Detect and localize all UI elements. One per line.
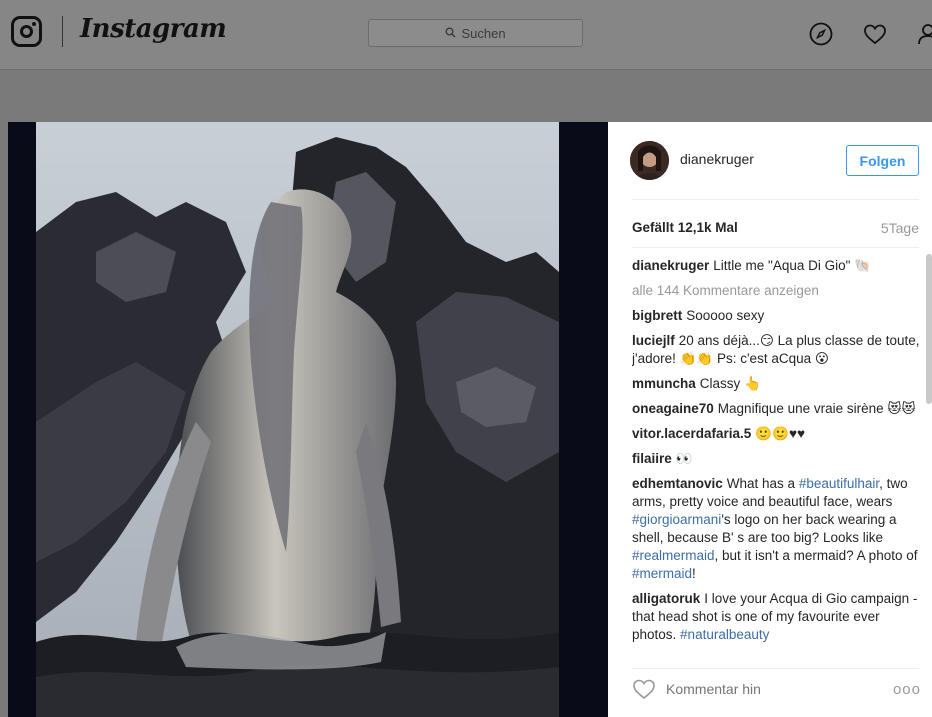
- list-item: mmuncha Classy 👆: [632, 375, 922, 393]
- hashtag-link[interactable]: #beautifulhair: [799, 476, 879, 491]
- comment-text: Magnifique une vraie sirène 😻😻: [717, 401, 916, 416]
- comment-username[interactable]: filaiire: [632, 451, 672, 466]
- comment-input[interactable]: [666, 681, 866, 697]
- comment-username[interactable]: dianekruger: [632, 258, 709, 273]
- hashtag-link[interactable]: #mermaid: [632, 566, 692, 581]
- list-item: oneagaine70 Magnifique une vraie sirène 😻…: [632, 400, 922, 418]
- post-age[interactable]: 5Tage: [881, 220, 919, 236]
- post-details-panel: dianekruger Folgen Gefällt 12,1k Mal 5Ta…: [608, 122, 932, 717]
- activity-heart-icon[interactable]: [863, 22, 887, 46]
- comment-username[interactable]: alligatoruk: [632, 591, 700, 606]
- comment-username[interactable]: bigbrett: [632, 308, 682, 323]
- header-divider: [632, 199, 919, 200]
- hashtag-link[interactable]: #naturalbeauty: [680, 627, 769, 642]
- comment-username[interactable]: vitor.lacerdafaria.5: [632, 426, 751, 441]
- post-author-username[interactable]: dianekruger: [680, 151, 754, 167]
- comment-text: What has a: [726, 476, 799, 491]
- hashtag-link[interactable]: #realmermaid: [632, 548, 715, 563]
- post-photo[interactable]: [36, 122, 559, 717]
- more-options-icon[interactable]: ooo: [893, 681, 921, 698]
- comment-footer: ooo: [632, 672, 921, 706]
- view-all-comments-link[interactable]: alle 144 Kommentare anzeigen: [632, 282, 922, 300]
- list-item: vitor.lacerdafaria.5 🙂🙂♥♥: [632, 425, 922, 443]
- list-item: filaiire 👀: [632, 450, 922, 468]
- list-item: luciejlf 20 ans déjà...😏 La plus classe d…: [632, 332, 922, 368]
- comments-scrollbar[interactable]: [926, 254, 932, 404]
- comment-text: 👀: [675, 451, 693, 466]
- instagram-wordmark[interactable]: Instagram: [80, 14, 227, 44]
- comment-username[interactable]: mmuncha: [632, 376, 696, 391]
- list-item: dianekruger Little me "Aqua Di Gio" 🐚: [632, 257, 922, 275]
- comment-username[interactable]: edhemtanovic: [632, 476, 723, 491]
- instagram-camera-icon[interactable]: [11, 16, 42, 47]
- footer-divider: [632, 668, 919, 669]
- comment-text: 🙂🙂♥♥: [755, 426, 805, 441]
- search-icon: [445, 26, 456, 41]
- comment-text: Sooooo sexy: [686, 308, 765, 323]
- comment-text: 20 ans déjà...😏 La plus classe de toute,…: [632, 333, 920, 366]
- post-image-panel: [8, 122, 608, 717]
- comment-username[interactable]: oneagaine70: [632, 401, 714, 416]
- top-navigation: Instagram Suchen: [0, 0, 932, 70]
- avatar[interactable]: [630, 141, 669, 180]
- likes-count[interactable]: Gefällt 12,1k Mal: [632, 220, 738, 235]
- list-item: alligatoruk I love your Acqua di Gio camp…: [632, 590, 922, 644]
- stats-divider: [632, 247, 919, 248]
- search-placeholder: Suchen: [461, 25, 506, 41]
- explore-compass-icon[interactable]: [809, 22, 833, 46]
- comment-text: !: [692, 566, 696, 581]
- comment-username[interactable]: luciejlf: [632, 333, 675, 348]
- list-item: bigbrett Sooooo sexy: [632, 307, 922, 325]
- comments-list[interactable]: dianekruger Little me "Aqua Di Gio" 🐚 alle…: [632, 257, 922, 654]
- modal-backdrop[interactable]: [0, 71, 932, 122]
- search-box[interactable]: Suchen: [368, 19, 583, 47]
- profile-person-icon[interactable]: [916, 22, 932, 46]
- list-item: edhemtanovic What has a #beautifulhair, t…: [632, 475, 922, 583]
- comment-text: Classy 👆: [699, 376, 761, 391]
- logo-divider: [62, 16, 63, 47]
- hashtag-link[interactable]: #giorgioarmani: [632, 512, 721, 527]
- like-heart-icon[interactable]: [632, 678, 656, 700]
- comment-text: , but it isn't a mermaid? A photo of: [714, 548, 918, 563]
- comment-text: Little me "Aqua Di Gio" 🐚: [713, 258, 871, 273]
- follow-button[interactable]: Folgen: [846, 145, 919, 176]
